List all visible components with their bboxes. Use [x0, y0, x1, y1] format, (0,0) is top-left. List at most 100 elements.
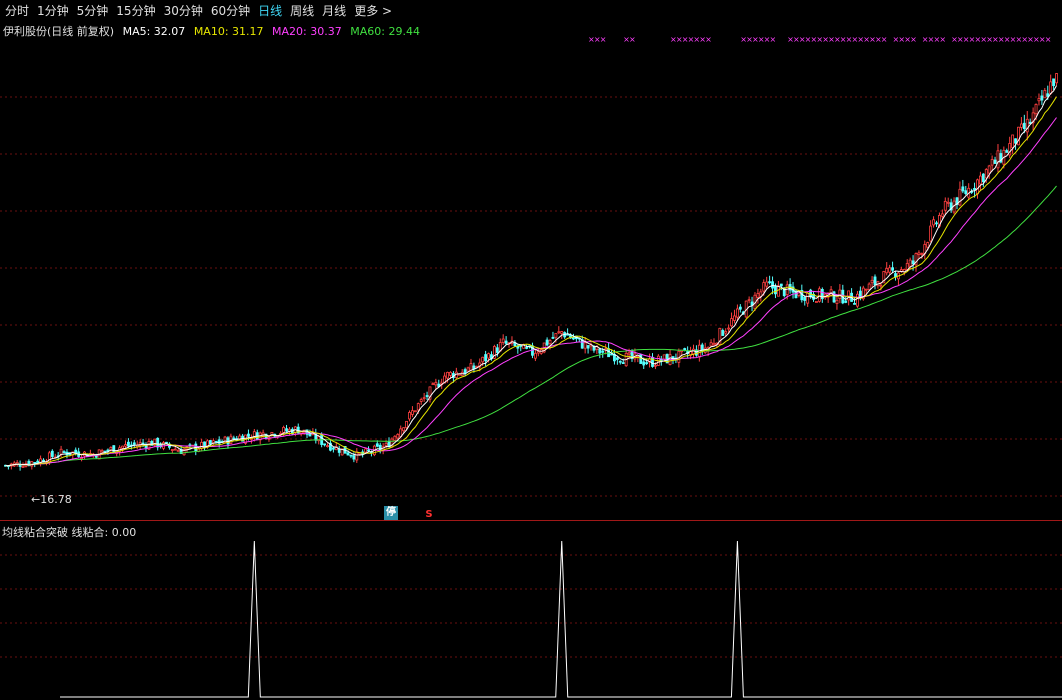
candle — [861, 285, 865, 301]
period-tab-4[interactable]: 30分钟 — [164, 2, 203, 19]
candle-body — [730, 318, 733, 327]
candle — [946, 197, 950, 207]
period-tab-9[interactable]: 更多 > — [354, 2, 392, 19]
candle-body — [1043, 90, 1047, 99]
signal-marker: × — [910, 35, 917, 44]
candle-body — [1005, 150, 1009, 153]
suspend-badge[interactable]: 停 — [384, 506, 398, 520]
candle-body — [601, 350, 605, 353]
candle — [519, 345, 523, 352]
candle — [651, 353, 654, 368]
candle — [990, 155, 994, 172]
candle — [624, 349, 628, 367]
candle — [1043, 87, 1047, 99]
candle-body — [615, 357, 619, 360]
candle — [510, 336, 514, 346]
candle — [636, 355, 640, 363]
candle-body — [627, 352, 631, 355]
candle-body — [724, 331, 728, 334]
candle-body — [885, 268, 889, 274]
candle-body — [375, 443, 379, 447]
candle — [700, 342, 704, 356]
candle-body — [911, 260, 915, 265]
period-tab-7[interactable]: 周线 — [290, 2, 314, 19]
candle — [870, 276, 874, 288]
candle — [463, 367, 467, 376]
signal-marker: × — [629, 35, 636, 44]
candle — [618, 360, 622, 365]
candle — [15, 460, 19, 467]
candle — [768, 275, 772, 285]
candle — [1052, 78, 1056, 90]
candle — [516, 343, 520, 354]
candle-body — [847, 290, 851, 301]
ma10-label: MA10: 31.17 — [193, 25, 264, 38]
candle-body — [50, 450, 54, 457]
candle — [750, 296, 754, 312]
candle-body — [446, 372, 449, 379]
period-tab-3[interactable]: 15分钟 — [116, 2, 155, 19]
candle-body — [156, 437, 160, 448]
candle-body — [501, 338, 505, 343]
candle — [334, 442, 338, 451]
period-tab-5[interactable]: 60分钟 — [211, 2, 250, 19]
candle — [721, 328, 725, 336]
candle-body — [504, 340, 508, 344]
candle-body — [771, 281, 774, 289]
candle — [551, 331, 555, 340]
candle — [604, 344, 608, 355]
candle-body — [100, 450, 104, 453]
period-tab-8[interactable]: 月线 — [322, 2, 346, 19]
candle — [170, 449, 174, 454]
candle — [718, 327, 722, 346]
candle — [469, 358, 473, 371]
candle-body — [973, 187, 976, 191]
candle — [1005, 148, 1009, 153]
candle-body — [1049, 81, 1053, 94]
signal-marker: × — [881, 35, 888, 44]
candle — [873, 274, 877, 290]
candle-body — [331, 447, 335, 450]
candle-body — [176, 449, 180, 452]
candle — [656, 354, 660, 366]
period-tab-6[interactable]: 日线 — [258, 2, 282, 19]
indicator-panel[interactable]: 均线粘合突破 线粘合: 0.00 — [0, 520, 1062, 700]
candle-body — [996, 150, 1000, 169]
period-tab-1[interactable]: 1分钟 — [37, 2, 69, 19]
candle — [492, 344, 496, 360]
candle-body — [815, 301, 818, 303]
candle — [255, 429, 259, 440]
candle — [712, 338, 716, 347]
candle-body — [976, 179, 979, 195]
candle-body — [993, 159, 997, 164]
candle-body — [557, 331, 561, 334]
candle — [981, 173, 985, 187]
candle — [393, 435, 397, 442]
candle-body — [419, 399, 423, 402]
signal-marker: × — [705, 35, 712, 44]
candle-body — [364, 448, 368, 453]
candle-body — [1040, 95, 1044, 101]
candle — [935, 220, 938, 227]
candle-body — [735, 308, 739, 318]
period-tab-2[interactable]: 5分钟 — [77, 2, 109, 19]
kline-panel[interactable]: × × × × × × × × × × × × × × × × × × × × × × × × × × × × × × × × × × × × × × × ×… — [0, 20, 1062, 520]
candle — [211, 438, 215, 446]
candle-body — [864, 288, 868, 291]
candle — [144, 442, 148, 453]
candle-body — [1052, 78, 1056, 87]
candle-body — [247, 433, 250, 437]
candle — [817, 286, 821, 303]
candle-body — [481, 356, 485, 363]
candle-body — [639, 354, 643, 364]
candle — [735, 304, 739, 321]
candle-body — [466, 367, 470, 372]
candle — [733, 309, 736, 324]
candle — [378, 442, 382, 454]
candle-body — [402, 427, 406, 432]
period-tab-0[interactable]: 分时 — [5, 2, 29, 19]
candle-body — [803, 296, 807, 301]
candle-body — [838, 289, 842, 299]
candle — [112, 445, 116, 453]
ma-info-line: 伊利股份(日线 前复权) MA5: 32.07 MA10: 31.17 MA20… — [3, 23, 425, 39]
